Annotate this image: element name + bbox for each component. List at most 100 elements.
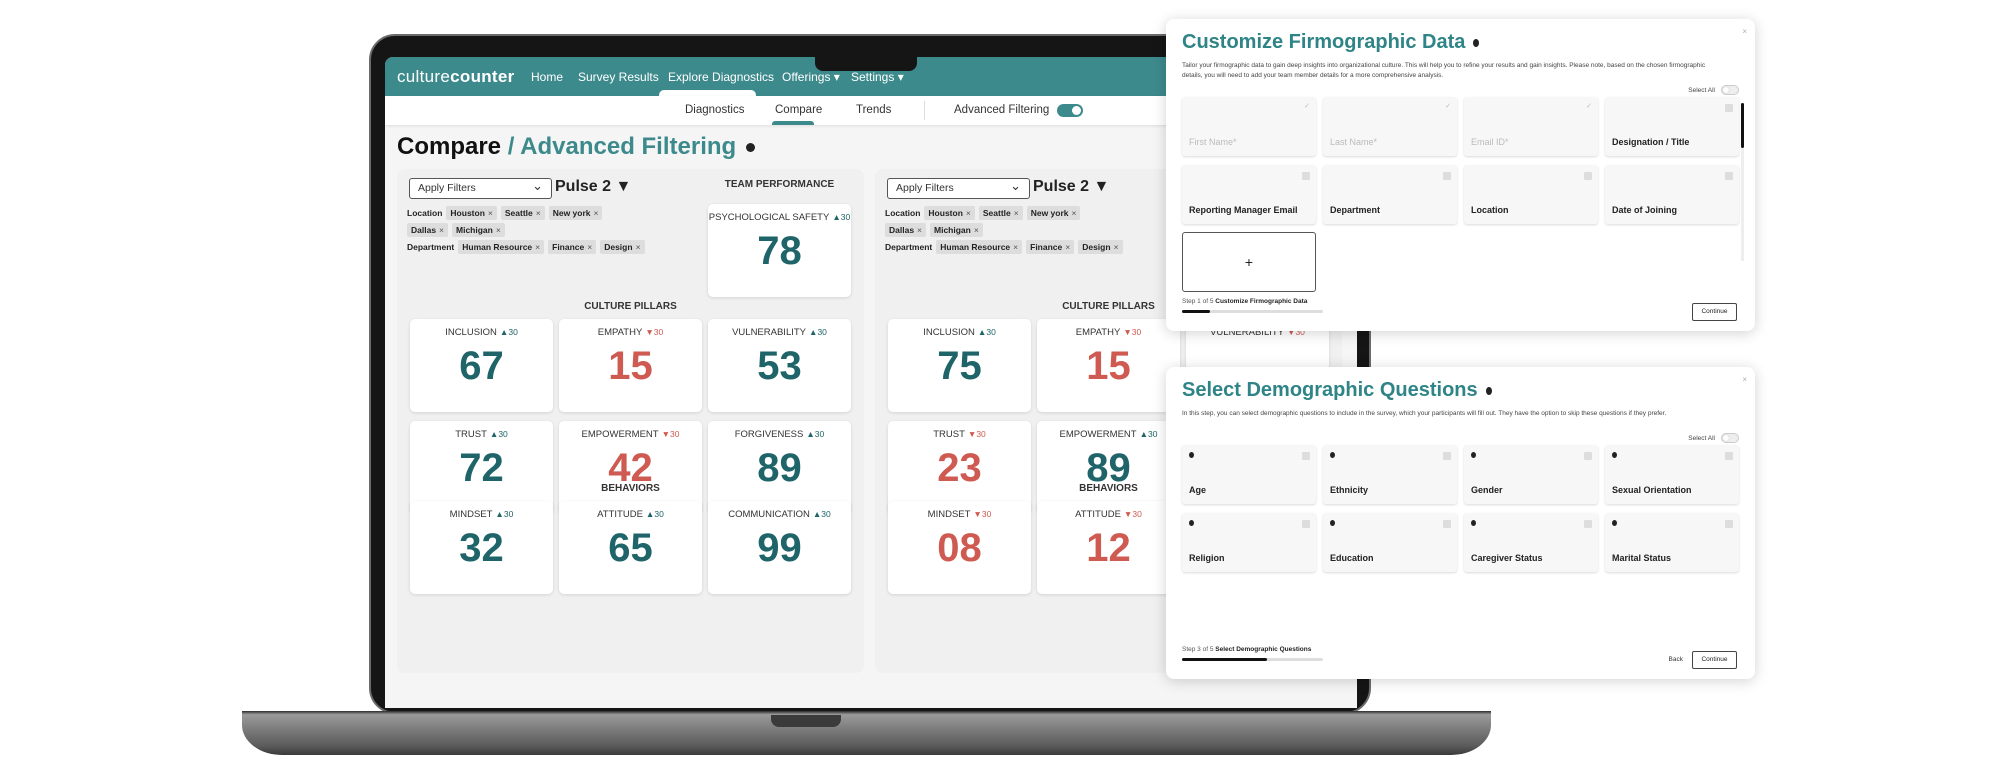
checkbox[interactable]	[1443, 452, 1451, 460]
nav-survey-results[interactable]: Survey Results	[578, 70, 659, 84]
field-card[interactable]: Education	[1323, 513, 1457, 572]
info-icon[interactable]	[1189, 452, 1194, 458]
info-icon[interactable]	[1471, 520, 1476, 526]
behavior-card[interactable]: ATTITUDE ▲30 65	[559, 501, 702, 594]
pillar-card[interactable]: INCLUSION ▲30 67	[410, 319, 553, 412]
logo[interactable]: culturecounter	[397, 67, 515, 87]
tab-diagnostics[interactable]: Diagnostics	[685, 104, 744, 116]
field-card[interactable]: Department	[1323, 165, 1457, 224]
field-card[interactable]: Sexual Orientation	[1605, 445, 1739, 504]
info-icon[interactable]	[1473, 38, 1480, 47]
filter-chip[interactable]: Houston ×	[446, 206, 497, 220]
close-icon[interactable]: ×	[439, 225, 444, 235]
checkbox[interactable]	[1302, 520, 1310, 528]
nav-settings[interactable]: Settings ▾	[851, 70, 904, 84]
info-icon[interactable]	[1485, 386, 1492, 395]
filter-chip[interactable]: New york ×	[548, 206, 603, 220]
nav-explore-diagnostics[interactable]: Explore Diagnostics	[668, 70, 774, 84]
checkbox[interactable]	[1302, 452, 1310, 460]
close-icon[interactable]: ×	[636, 242, 641, 252]
field-card[interactable]: ✓ Email ID*	[1464, 97, 1598, 156]
close-icon[interactable]: ×	[1072, 208, 1077, 218]
checkbox[interactable]	[1443, 520, 1451, 528]
close-icon[interactable]: ×	[1742, 27, 1747, 36]
field-card[interactable]: Reporting Manager Email	[1182, 165, 1316, 224]
info-icon[interactable]	[1330, 452, 1335, 458]
close-icon[interactable]: ×	[587, 242, 592, 252]
close-icon[interactable]: ×	[917, 225, 922, 235]
filter-chip[interactable]: Seattle ×	[978, 206, 1023, 220]
pillar-card[interactable]: VULNERABILITY ▲30 53	[708, 319, 851, 412]
info-icon[interactable]	[1612, 520, 1617, 526]
filter-chip[interactable]: Human Resource ×	[458, 240, 545, 254]
checkbox[interactable]	[1584, 520, 1592, 528]
behavior-card[interactable]: MINDSET ▼30 08	[888, 501, 1031, 594]
select-all-toggle[interactable]	[1721, 85, 1739, 95]
close-icon[interactable]: ×	[1014, 208, 1019, 218]
checkbox[interactable]	[1443, 172, 1451, 180]
apply-filters-select[interactable]: Apply Filters	[409, 178, 552, 199]
filter-chip[interactable]: Finance ×	[1026, 240, 1075, 254]
checkbox[interactable]	[1584, 172, 1592, 180]
filter-chip[interactable]: Michigan ×	[452, 223, 505, 237]
filter-chip[interactable]: Seattle ×	[500, 206, 545, 220]
field-card[interactable]: ✓ Last Name*	[1323, 97, 1457, 156]
filter-chip[interactable]: New york ×	[1026, 206, 1081, 220]
back-button[interactable]: Back	[1669, 656, 1683, 663]
scrollbar[interactable]	[1741, 103, 1744, 261]
pulse-dropdown[interactable]: Pulse 2 ▼	[555, 178, 631, 196]
behavior-card[interactable]: ATTITUDE ▼30 12	[1037, 501, 1180, 594]
filter-chip[interactable]: Michigan ×	[930, 223, 983, 237]
field-card[interactable]: Religion	[1182, 513, 1316, 572]
info-icon[interactable]	[746, 143, 756, 153]
close-icon[interactable]: ×	[536, 208, 541, 218]
checkbox[interactable]	[1725, 452, 1733, 460]
behavior-card[interactable]: MINDSET ▲30 32	[410, 501, 553, 594]
pulse-dropdown[interactable]: Pulse 2 ▼	[1033, 178, 1109, 196]
checkbox[interactable]	[1725, 104, 1733, 112]
select-all-toggle[interactable]	[1721, 433, 1739, 443]
field-card[interactable]: Location	[1464, 165, 1598, 224]
checkbox[interactable]	[1725, 172, 1733, 180]
filter-chip[interactable]: Design ×	[1078, 240, 1123, 254]
checkbox[interactable]	[1725, 520, 1733, 528]
field-card[interactable]: Gender	[1464, 445, 1598, 504]
nav-offerings[interactable]: Offerings ▾	[782, 70, 840, 84]
behavior-card[interactable]: COMMUNICATION ▲30 99	[708, 501, 851, 594]
advanced-filtering-toggle[interactable]	[1057, 104, 1083, 117]
filter-chip[interactable]: Houston ×	[924, 206, 975, 220]
info-icon[interactable]	[1330, 520, 1335, 526]
filter-chip[interactable]: Dallas ×	[885, 223, 927, 237]
close-icon[interactable]: ×	[535, 242, 540, 252]
field-card[interactable]: Ethnicity	[1323, 445, 1457, 504]
close-icon[interactable]: ×	[1114, 242, 1119, 252]
filter-chip[interactable]: Human Resource ×	[936, 240, 1023, 254]
field-card[interactable]: ✓ First Name*	[1182, 97, 1316, 156]
pillar-card[interactable]: INCLUSION ▲30 75	[888, 319, 1031, 412]
close-icon[interactable]: ×	[1065, 242, 1070, 252]
scrollbar-thumb[interactable]	[1741, 103, 1744, 148]
pillar-card[interactable]: EMPATHY ▼30 15	[559, 319, 702, 412]
continue-button[interactable]: Continue	[1692, 303, 1737, 321]
close-icon[interactable]: ×	[488, 208, 493, 218]
checkbox[interactable]	[1584, 452, 1592, 460]
close-icon[interactable]: ×	[496, 225, 501, 235]
close-icon[interactable]: ×	[974, 225, 979, 235]
add-field-button[interactable]: +	[1182, 232, 1316, 292]
filter-chip[interactable]: Design ×	[600, 240, 645, 254]
tab-trends[interactable]: Trends	[856, 104, 891, 116]
field-card[interactable]: Designation / Title	[1605, 97, 1739, 156]
field-card[interactable]: Age	[1182, 445, 1316, 504]
checkbox[interactable]	[1302, 172, 1310, 180]
filter-chip[interactable]: Dallas ×	[407, 223, 449, 237]
field-card[interactable]: Date of Joining	[1605, 165, 1739, 224]
info-icon[interactable]	[1612, 452, 1617, 458]
close-icon[interactable]: ×	[594, 208, 599, 218]
close-icon[interactable]: ×	[1742, 375, 1747, 384]
continue-button[interactable]: Continue	[1692, 651, 1737, 669]
field-card[interactable]: Marital Status	[1605, 513, 1739, 572]
tab-compare[interactable]: Compare	[775, 104, 822, 116]
close-icon[interactable]: ×	[966, 208, 971, 218]
filter-chip[interactable]: Finance ×	[548, 240, 597, 254]
close-icon[interactable]: ×	[1013, 242, 1018, 252]
